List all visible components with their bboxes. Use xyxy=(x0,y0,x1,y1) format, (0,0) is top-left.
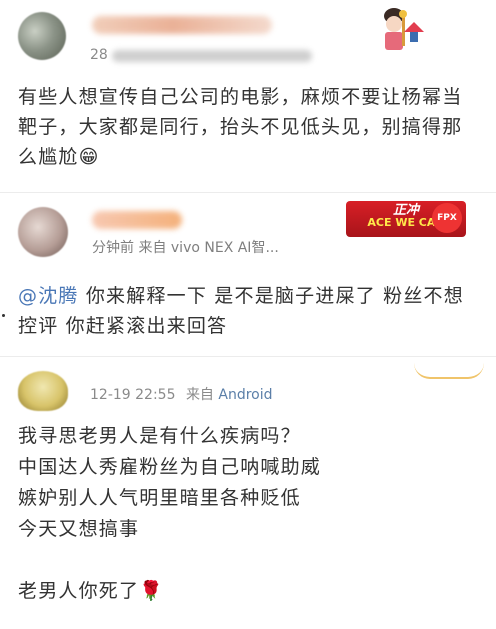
badge-decoration xyxy=(414,363,484,379)
comment-line: 老男人你死了🌹 xyxy=(18,580,165,602)
meta-blurred xyxy=(112,50,312,62)
avatar[interactable] xyxy=(18,12,66,60)
username-blurred[interactable] xyxy=(92,211,182,229)
mention-link[interactable]: @沈腾 xyxy=(18,285,79,307)
comment-body: 你来解释一下 是不是脑子进屎了 粉丝不想控评 你赶紧滚出来回答 xyxy=(18,285,464,337)
comment-text: 有些人想宣传自己公司的电影，麻烦不要让杨幂当靶子，大家都是同行，抬头不见低头见，… xyxy=(18,86,463,168)
comment-text: 我寻思老男人是有什么疾病吗？ 中国达人秀雇粉丝为自己呐喊助威 嫉妒别人人气明里暗… xyxy=(18,421,482,607)
comment-time: 28 xyxy=(90,47,108,63)
comment-1: 28 有些人想宣传自己公司的电影，麻烦不要让杨幂当靶子，大家都是同行，抬头不见低… xyxy=(0,0,496,190)
comment-line: 我寻思老男人是有什么疾病吗？ xyxy=(18,425,301,447)
source-link[interactable]: Android xyxy=(218,387,272,403)
scroll-dot xyxy=(2,314,5,317)
avatar[interactable] xyxy=(18,207,68,257)
team-logo-icon: FPX xyxy=(432,203,462,233)
comment-time: 12-19 22:55 xyxy=(90,387,176,403)
comment-meta: 12-19 22:55 来自 Android xyxy=(90,384,273,404)
team-logo-label: FPX xyxy=(437,213,457,223)
username-blurred[interactable] xyxy=(92,16,272,34)
sticker-image-2 xyxy=(402,20,426,46)
comment-line: 中国达人秀雇粉丝为自己呐喊助威 xyxy=(18,456,322,478)
from-label: 来自 xyxy=(185,387,214,403)
comment-2: 分钟前 来自 vivo NEX AI智... 正冲 ACE WE CAN FPX… xyxy=(0,193,496,343)
comment-line xyxy=(18,545,482,576)
comment-text: @沈腾 你来解释一下 是不是脑子进屎了 粉丝不想控评 你赶紧滚出来回答 xyxy=(18,281,482,341)
avatar[interactable] xyxy=(18,371,68,411)
comment-meta: 分钟前 来自 vivo NEX AI智... xyxy=(92,240,279,256)
comment-line: 今天又想搞事 xyxy=(18,518,140,540)
comment-line: 嫉妒别人人气明里暗里各种贬低 xyxy=(18,487,301,509)
comment-3: 12-19 22:55 来自 Android 我寻思老男人是有什么疾病吗？ 中国… xyxy=(0,357,496,629)
